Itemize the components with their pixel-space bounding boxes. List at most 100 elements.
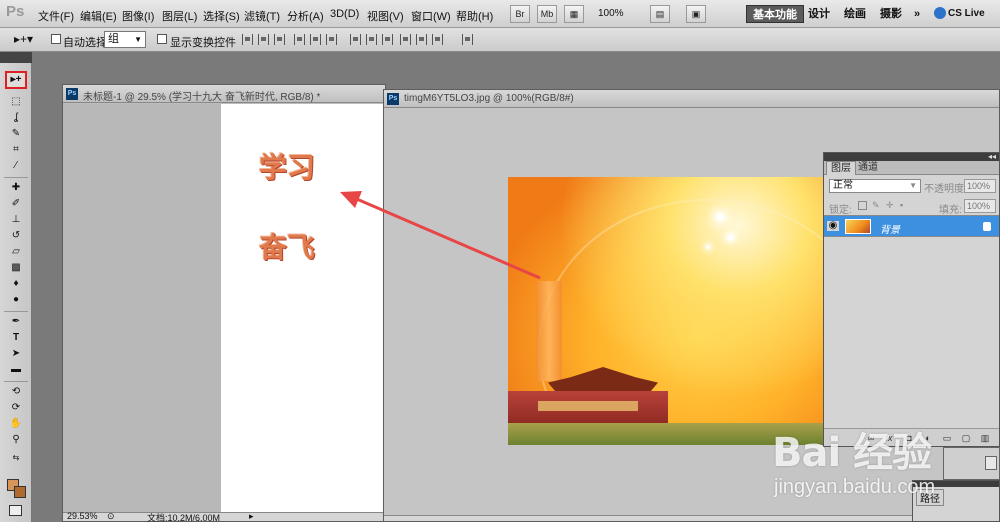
menu-image[interactable]: 图像(I) [122, 8, 154, 24]
tab-layers[interactable]: 图层 [826, 161, 856, 175]
gradient-tool-icon[interactable]: ▩ [8, 261, 24, 275]
align-hcenter-icon[interactable] [310, 34, 321, 45]
menu-select[interactable]: 选择(S) [203, 8, 240, 24]
lock-transparency-icon[interactable] [858, 201, 867, 210]
document-status-bar: 29.53% ⊙ 文档:10.2M/6.00M ▸ [63, 511, 385, 522]
menu-edit[interactable]: 编辑(E) [80, 8, 117, 24]
zoom-level-select[interactable]: 100% [598, 8, 624, 19]
panel-grip[interactable] [913, 481, 999, 487]
group-icon[interactable]: ▭ [942, 433, 952, 443]
crop-tool-icon[interactable]: ⌗ [8, 143, 24, 157]
fx-icon[interactable]: fx [884, 433, 894, 443]
distribute-bottom-icon[interactable] [382, 34, 393, 45]
menu-layer[interactable]: 图层(L) [162, 8, 197, 24]
mask-icon[interactable]: ◘ [904, 433, 914, 443]
status-arrow-icon[interactable]: ▸ [249, 511, 254, 522]
lasso-tool-icon[interactable]: ʆ [8, 111, 24, 125]
workspace-essentials[interactable]: 基本功能 [746, 5, 804, 23]
tab-paths[interactable]: 路径 [916, 489, 944, 506]
3d-orbit-tool-icon[interactable]: ⟳ [8, 401, 24, 415]
zoom-tool-icon[interactable]: ⚲ [8, 433, 24, 447]
distribute-hcenter-icon[interactable] [416, 34, 427, 45]
visibility-eye-icon[interactable]: ◉ [827, 221, 839, 231]
tab-channels[interactable]: 通道 [854, 161, 882, 175]
history-brush-tool-icon[interactable]: ↺ [8, 229, 24, 243]
collapse-icon[interactable]: ◂◂ [988, 152, 996, 161]
shape-tool-icon[interactable]: ▬ [8, 363, 24, 377]
panel-grip[interactable]: ◂◂ [824, 152, 999, 161]
blend-mode-select[interactable]: 正常 ▼ [829, 179, 921, 193]
eyedropper-tool-icon[interactable]: ⁄ [8, 159, 24, 173]
layer-row-background[interactable]: ◉ 背景 [824, 215, 999, 237]
healing-brush-tool-icon[interactable]: ✚ [8, 181, 24, 195]
menu-view[interactable]: 视图(V) [367, 8, 404, 24]
menu-bar: Ps 文件(F) 编辑(E) 图像(I) 图层(L) 选择(S) 滤镜(T) 分… [0, 0, 1000, 28]
path-selection-tool-icon[interactable]: ➤ [8, 347, 24, 361]
toolbox: ▸+ ⬚ ʆ ✎ ⌗ ⁄ ✚ ✐ ⊥ ↺ ▱ ▩ ♦ ● ✒ T ➤ ▬ ⟲ ⟳… [0, 63, 32, 522]
dock-panel-button[interactable] [985, 456, 997, 470]
workspace-design[interactable]: 设计 [802, 5, 836, 23]
align-left-icon[interactable] [294, 34, 305, 45]
menu-window[interactable]: 窗口(W) [411, 8, 451, 24]
new-layer-icon[interactable]: ▢ [961, 433, 971, 443]
zoom-readout[interactable]: 29.53% [67, 511, 98, 521]
workspace-painting[interactable]: 绘画 [838, 5, 872, 23]
trash-icon[interactable]: ▥ [980, 433, 990, 443]
fill-input[interactable]: 100% [964, 199, 996, 213]
auto-align-icon[interactable] [462, 34, 473, 45]
menu-3d[interactable]: 3D(D) [330, 8, 359, 20]
align-right-icon[interactable] [326, 34, 337, 45]
quick-select-tool-icon[interactable]: ✎ [8, 127, 24, 141]
background-color-swatch[interactable] [14, 486, 26, 498]
show-transform-checkbox[interactable] [157, 34, 167, 44]
link-icon[interactable]: ∞ [866, 433, 876, 443]
adjustment-icon[interactable]: ◐ [923, 433, 933, 443]
move-tool-icon[interactable]: ▸+ [5, 71, 27, 89]
distribute-right-icon[interactable] [432, 34, 443, 45]
dodge-tool-icon[interactable]: ● [8, 293, 24, 307]
brush-tool-icon[interactable]: ✐ [8, 197, 24, 211]
type-tool-icon[interactable]: T [8, 331, 24, 345]
lock-position-icon[interactable]: ✛ [886, 201, 895, 210]
distribute-vcenter-icon[interactable] [366, 34, 377, 45]
3d-rotate-tool-icon[interactable]: ⟲ [8, 385, 24, 399]
menu-filter[interactable]: 滤镜(T) [244, 8, 280, 24]
layer-name[interactable]: 背景 [880, 221, 900, 236]
mini-bridge-button[interactable]: Mb [537, 5, 557, 23]
hand-tool-icon[interactable]: ✋ [8, 417, 24, 431]
marquee-tool-icon[interactable]: ⬚ [8, 95, 24, 109]
auto-select-target-select[interactable]: 组 ▼ [104, 31, 146, 48]
workspace-more-button[interactable]: » [908, 5, 926, 23]
toolbox-header[interactable] [0, 52, 32, 63]
pen-tool-icon[interactable]: ✒ [8, 315, 24, 329]
document-window-untitled[interactable]: Ps 未标题-1 @ 29.5% (学习十九大 奋飞新时代, RGB/8) * … [62, 84, 386, 522]
menu-analysis[interactable]: 分析(A) [287, 8, 324, 24]
eraser-tool-icon[interactable]: ▱ [8, 245, 24, 259]
align-bottom-icon[interactable] [274, 34, 285, 45]
menu-file[interactable]: 文件(F) [38, 8, 74, 24]
workspace-photography[interactable]: 摄影 [874, 5, 908, 23]
document-titlebar[interactable]: Ps timgM6YT5LO3.jpg @ 100%(RGB/8#) [384, 90, 999, 108]
distribute-top-icon[interactable] [350, 34, 361, 45]
quick-mask-icon[interactable] [9, 505, 22, 516]
clone-stamp-tool-icon[interactable]: ⊥ [8, 213, 24, 227]
extras-icon[interactable]: ▦ [564, 5, 584, 23]
blur-tool-icon[interactable]: ♦ [8, 277, 24, 291]
lock-pixels-icon[interactable]: ✎ [872, 201, 881, 210]
align-top-icon[interactable] [242, 34, 253, 45]
align-vcenter-icon[interactable] [258, 34, 269, 45]
move-tool-preset-icon[interactable]: ▸+▾ [14, 32, 33, 46]
distribute-left-icon[interactable] [400, 34, 411, 45]
status-menu-icon[interactable]: ⊙ [107, 511, 115, 522]
opacity-input[interactable]: 100% [964, 179, 996, 193]
cs-live-button[interactable]: CS Live [948, 8, 985, 19]
lock-all-icon[interactable]: ▪ [900, 201, 909, 210]
auto-select-checkbox[interactable] [51, 34, 61, 44]
document-image[interactable] [508, 177, 828, 445]
screen-mode-icon[interactable]: ▣ [686, 5, 706, 23]
menu-help[interactable]: 帮助(H) [456, 8, 493, 24]
bridge-button[interactable]: Br [510, 5, 530, 23]
document-titlebar[interactable]: Ps 未标题-1 @ 29.5% (学习十九大 奋飞新时代, RGB/8) * [63, 85, 385, 103]
swap-colors-icon[interactable]: ⇆ [8, 451, 24, 465]
arrange-documents-icon[interactable]: ▤ [650, 5, 670, 23]
